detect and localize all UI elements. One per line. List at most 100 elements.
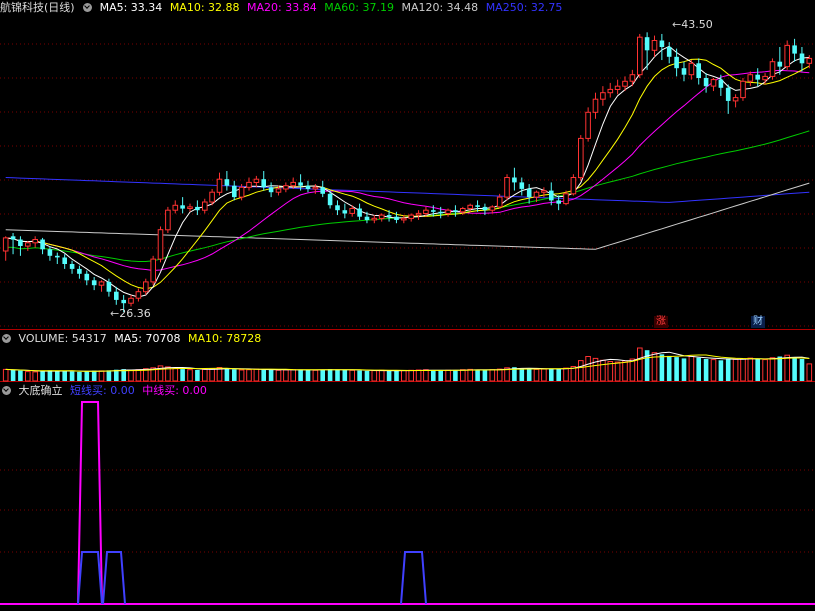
volume-bar: [762, 359, 768, 382]
volume-bar: [725, 358, 731, 381]
dropdown-icon[interactable]: [2, 334, 11, 343]
volume-bar: [77, 371, 82, 381]
candle-body: [423, 209, 429, 214]
ma120-label: MA120: 34.48: [401, 1, 479, 14]
candle-body: [732, 97, 739, 102]
candle-body: [261, 179, 266, 188]
short-buy-signal: [102, 551, 126, 605]
volume-bar: [106, 370, 112, 381]
volume-bar: [320, 369, 325, 381]
volume-bar: [394, 370, 399, 381]
candle-body: [77, 268, 82, 274]
volume-bar: [135, 369, 142, 382]
candle-body: [62, 257, 67, 264]
volume-bar: [659, 354, 665, 381]
volume-bar: [415, 369, 422, 382]
candle-body: [165, 209, 171, 231]
ma60-label: MA60: 37.19: [324, 1, 394, 14]
dropdown-icon[interactable]: [2, 386, 11, 395]
candle-body: [496, 196, 503, 208]
mid-buy-signal: [77, 401, 103, 605]
volume-bar: [268, 370, 274, 381]
candle-body: [526, 188, 532, 198]
candle-body: [275, 188, 282, 193]
volume-bar: [629, 358, 636, 382]
candle-body: [349, 208, 355, 214]
candle-body: [777, 61, 783, 67]
short-buy-label: 短线买: 0.00: [70, 384, 135, 397]
candle-body: [327, 193, 333, 206]
volume-bar: [784, 354, 791, 382]
candle-body: [128, 297, 134, 304]
volume-header: VOLUME: 54317 MA5: 70708 MA10: 78728: [0, 332, 265, 346]
ma20-line: [5, 69, 810, 272]
volume-bar: [386, 370, 392, 381]
volume-bar: [747, 357, 754, 382]
volume-bar: [224, 368, 230, 381]
candle-body: [150, 258, 156, 283]
volume-bar: [556, 368, 561, 381]
candle-body: [320, 187, 325, 194]
volume-bar: [364, 370, 370, 381]
candle-body: [238, 186, 245, 198]
high-price-label: ←43.50: [672, 18, 713, 31]
ma5-line: [5, 45, 810, 298]
volume-bar: [40, 371, 45, 381]
candle-body: [637, 36, 643, 76]
finance-badge[interactable]: 财: [751, 316, 765, 328]
candle-body: [585, 111, 591, 139]
candle-body: [10, 236, 16, 240]
candle-body: [18, 239, 23, 246]
candle-body: [312, 186, 319, 190]
volume-bar: [114, 369, 119, 381]
candle-body: [91, 280, 97, 286]
volume-bar: [349, 369, 355, 382]
candle-body: [659, 40, 665, 47]
mid-buy-label: 中线买: 0.00: [142, 384, 207, 397]
candle-body: [762, 75, 768, 81]
candle-body: [607, 88, 614, 94]
volume-bar: [305, 370, 311, 381]
volume-bar: [777, 356, 783, 381]
low-price-value: 26.36: [119, 307, 151, 320]
volume-bar: [482, 370, 488, 381]
volume-bar: [740, 358, 746, 382]
candle-body: [784, 44, 791, 68]
candle-body: [556, 200, 561, 204]
volume-bar: [342, 370, 348, 381]
candle-body: [342, 210, 348, 214]
candle-body: [364, 216, 370, 220]
volume-bar: [401, 370, 407, 382]
candle-body: [224, 179, 230, 186]
candle-body: [512, 177, 517, 183]
volume-bar: [718, 360, 724, 381]
candle-body: [806, 57, 813, 64]
candle-body: [298, 182, 303, 186]
candle-body: [482, 206, 488, 211]
candle-body: [578, 137, 584, 179]
volume-bar: [703, 359, 709, 381]
candle-body: [32, 239, 39, 244]
volume-bar: [489, 369, 496, 382]
volume-bar: [453, 370, 458, 381]
candle-body: [438, 211, 443, 214]
candle-body: [614, 85, 621, 90]
candle-body: [187, 206, 193, 209]
volume-bar: [438, 370, 443, 381]
candle-body: [453, 210, 458, 212]
dropdown-icon[interactable]: [83, 3, 93, 12]
chart-canvas: [0, 32, 815, 605]
main-header: 航锦科技(日线) MA5: 33.34 MA10: 32.88 MA20: 33…: [0, 1, 566, 15]
volume-bar: [232, 369, 237, 381]
ma60-line: [5, 130, 810, 262]
candle-body: [69, 264, 75, 269]
candle-body: [592, 98, 599, 113]
candle-body: [710, 79, 717, 87]
volume-bar: [541, 368, 547, 382]
limit-up-badge[interactable]: 涨: [654, 316, 668, 328]
volume-bar: [335, 369, 340, 381]
volume-bar: [357, 370, 362, 381]
candle-body: [799, 53, 805, 64]
candle-body: [674, 56, 679, 69]
candle-body: [431, 210, 436, 212]
